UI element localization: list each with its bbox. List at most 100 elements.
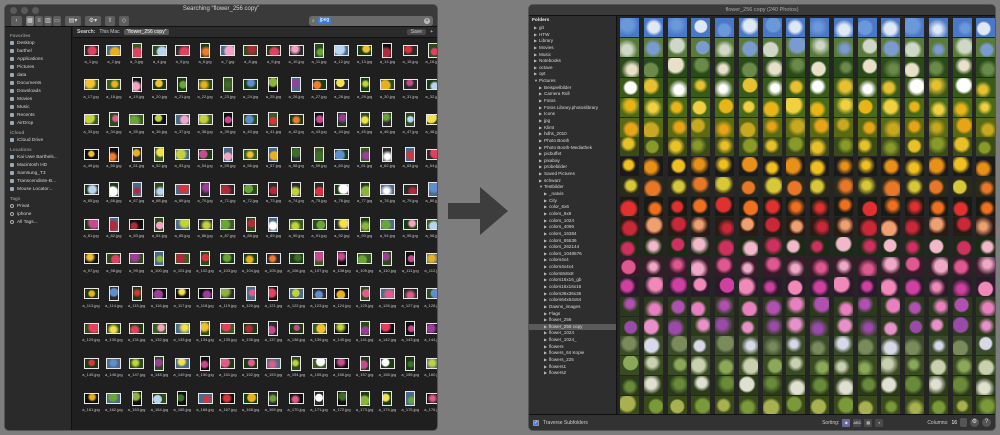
photo-thumbnail[interactable] (643, 18, 663, 37)
photo-thumbnail[interactable] (738, 396, 758, 416)
back-button[interactable]: ‹ (11, 15, 22, 26)
photo-thumbnail[interactable] (667, 97, 687, 117)
photo-thumbnail[interactable] (833, 37, 853, 57)
photo-thumbnail[interactable] (976, 117, 995, 137)
photo-thumbnail[interactable] (667, 276, 687, 296)
photo-thumbnail[interactable] (620, 137, 639, 157)
folder-item[interactable]: ▶ octave (529, 65, 616, 72)
sidebar-item[interactable]: Samsung_T3 (5, 169, 71, 177)
photo-thumbnail[interactable] (905, 97, 924, 117)
folder-item[interactable]: ▶ City (529, 198, 616, 205)
photo-thumbnail[interactable] (643, 57, 663, 77)
photo-thumbnail[interactable] (810, 236, 829, 256)
photo-thumbnail[interactable] (667, 77, 687, 97)
photo-thumbnail[interactable] (952, 396, 972, 416)
photo-thumbnail[interactable] (715, 177, 734, 197)
file-item[interactable]: a_32.jpg (421, 77, 437, 101)
icon-view-button[interactable]: ▦ (26, 15, 34, 26)
photo-thumbnail[interactable] (905, 356, 924, 376)
photo-thumbnail[interactable] (620, 296, 639, 316)
photo-thumbnail[interactable] (857, 177, 877, 197)
photo-thumbnail[interactable] (762, 296, 782, 316)
photo-thumbnail[interactable] (952, 197, 972, 217)
photo-thumbnail[interactable] (928, 137, 948, 157)
sidebar-item[interactable]: Transcendinte-B... (5, 177, 71, 185)
photo-thumbnail[interactable] (810, 157, 829, 177)
photo-thumbnail[interactable] (976, 217, 995, 236)
photo-thumbnail[interactable] (952, 336, 972, 356)
list-view-button[interactable]: ≡ (35, 15, 43, 26)
photo-thumbnail[interactable] (857, 316, 877, 336)
photo-thumbnail[interactable] (620, 97, 639, 117)
photo-thumbnail[interactable] (833, 217, 853, 236)
photo-thumbnail[interactable] (715, 18, 734, 37)
folder-item[interactable]: ▶ flowers (529, 344, 616, 351)
photo-thumbnail[interactable] (976, 356, 995, 376)
sidebar-item[interactable]: Privat (5, 202, 71, 210)
photo-thumbnail[interactable] (667, 356, 687, 376)
photo-thumbnail[interactable] (833, 137, 853, 157)
search-token[interactable]: jpeg (317, 17, 332, 24)
photo-thumbnail[interactable] (952, 376, 972, 396)
photo-thumbnail[interactable] (738, 296, 758, 316)
photo-thumbnail[interactable] (857, 77, 877, 97)
photo-thumbnail[interactable] (715, 356, 734, 376)
folder-item[interactable]: ▶ colors36x36x36 (529, 291, 616, 298)
photo-thumbnail[interactable] (857, 356, 877, 376)
photo-thumbnail[interactable] (762, 18, 782, 37)
photo-thumbnail[interactable] (976, 236, 995, 256)
photo-thumbnail[interactable] (738, 97, 758, 117)
photo-thumbnail[interactable] (691, 376, 711, 396)
folder-item[interactable]: ▶ Notebooks (529, 58, 616, 65)
photo-thumbnail[interactable] (976, 376, 995, 396)
photo-thumbnail[interactable] (667, 236, 687, 256)
sort-by-name-button[interactable]: ABC (853, 418, 862, 427)
photo-thumbnail[interactable] (928, 256, 948, 276)
photo-thumbnail[interactable] (928, 236, 948, 256)
photo-thumbnail[interactable] (786, 157, 806, 177)
photo-thumbnail[interactable] (928, 177, 948, 197)
photo-thumbnail[interactable] (857, 117, 877, 137)
photo-thumbnail[interactable] (762, 97, 782, 117)
photo-thumbnail[interactable] (691, 336, 711, 356)
file-item[interactable]: a_128.jpg (421, 286, 437, 310)
folder-item[interactable]: ▶ colors_65536 (529, 238, 616, 245)
photo-thumbnail[interactable] (691, 77, 711, 97)
photo-thumbnail[interactable] (762, 37, 782, 57)
folder-item[interactable]: ▶ flowers1 (529, 364, 616, 371)
photo-thumbnail[interactable] (810, 57, 829, 77)
folder-item[interactable]: ▶ Music (529, 52, 616, 59)
photo-thumbnail[interactable] (786, 177, 806, 197)
photo-thumbnail[interactable] (952, 356, 972, 376)
sidebar-item[interactable]: barthel (5, 47, 71, 55)
sidebar-item[interactable]: Movies (5, 95, 71, 103)
folder-item[interactable]: ▶ Saved Pictures (529, 171, 616, 178)
photo-thumbnail[interactable] (667, 316, 687, 336)
photo-thumbnail[interactable] (620, 256, 639, 276)
photo-thumbnail[interactable] (762, 256, 782, 276)
folder-item[interactable]: ▶ opt (529, 71, 616, 78)
folder-item[interactable]: ▶ schwarz (529, 178, 616, 185)
photo-thumbnail[interactable] (976, 396, 995, 416)
photo-thumbnail[interactable] (691, 177, 711, 197)
folder-item[interactable]: ▶ Photo Booth-Mediathek (529, 145, 616, 152)
photo-thumbnail[interactable] (762, 276, 782, 296)
photo-thumbnail[interactable] (762, 137, 782, 157)
photo-thumbnail[interactable] (620, 276, 639, 296)
photo-thumbnail[interactable] (857, 296, 877, 316)
share-button[interactable]: ⇧ (105, 15, 115, 26)
photo-thumbnail[interactable] (643, 77, 663, 97)
photo-thumbnail[interactable] (667, 197, 687, 217)
photo-thumbnail[interactable] (620, 197, 639, 217)
sidebar-item[interactable]: Music (5, 103, 71, 111)
columns-stepper[interactable] (960, 418, 967, 427)
photo-thumbnail[interactable] (691, 157, 711, 177)
photo-thumbnail[interactable] (810, 197, 829, 217)
photo-thumbnail[interactable] (786, 236, 806, 256)
save-search-button[interactable]: Save (406, 29, 427, 35)
photo-thumbnail[interactable] (810, 137, 829, 157)
photo-thumbnail[interactable] (738, 117, 758, 137)
file-item[interactable]: a_144.jpg (421, 320, 437, 344)
folder-item[interactable]: ▶ Beispielbilder (529, 85, 616, 92)
photo-thumbnail[interactable] (928, 77, 948, 97)
